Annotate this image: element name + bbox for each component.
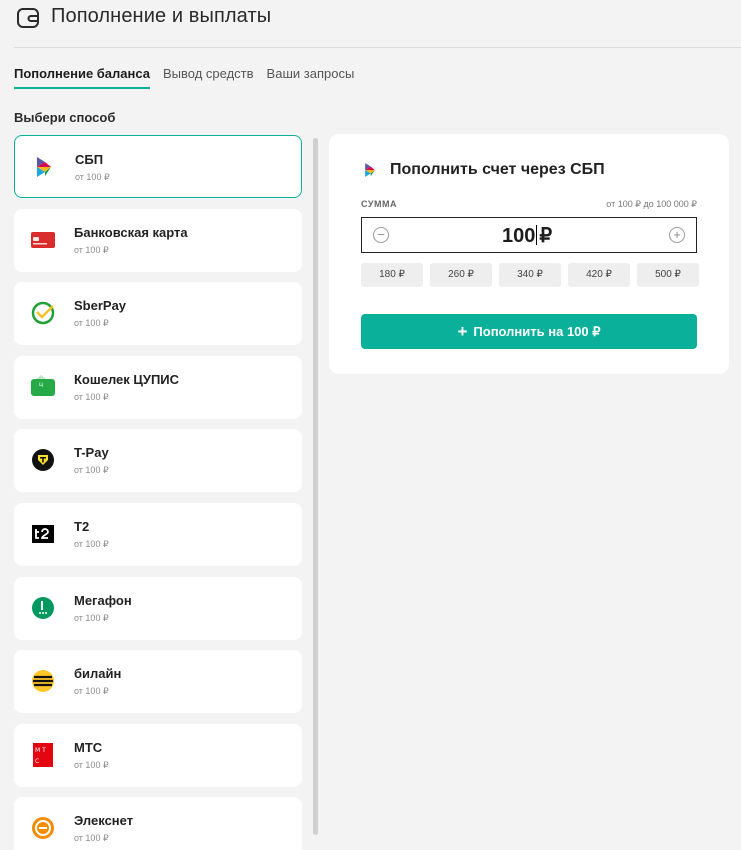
sberpay-icon: [31, 301, 55, 325]
choose-method-label: Выбери способ: [14, 110, 116, 125]
methods-scrollbar[interactable]: [313, 138, 318, 835]
page-title: Пополнение и выплаты: [51, 5, 272, 27]
method-min: от 100 ₽: [74, 538, 109, 549]
mts-icon: М Т С: [33, 742, 53, 767]
method-sberpay[interactable]: SberPay от 100 ₽: [14, 282, 302, 346]
svg-text:М Т: М Т: [35, 747, 46, 754]
method-name: T-Pay: [74, 445, 109, 461]
method-name: Элекснет: [74, 813, 134, 829]
method-name: Банковская карта: [74, 224, 188, 240]
method-name: SberPay: [74, 298, 127, 314]
method-t2[interactable]: T2 от 100 ₽: [14, 502, 302, 566]
eleksnet-icon: [32, 817, 54, 840]
method-min: от 100 ₽: [74, 833, 109, 844]
method-name: СБП: [75, 152, 104, 167]
plus-icon: +: [457, 322, 468, 341]
topup-button-label: Пополнить на 100 ₽: [473, 324, 601, 339]
method-name: Кошелек ЦУПИС: [74, 371, 180, 387]
method-sbp[interactable]: СБП от 100 ₽: [14, 135, 302, 198]
bank-card-icon: [31, 231, 55, 248]
method-cupis[interactable]: ц Кошелек ЦУПИС от 100 ₽: [14, 355, 302, 419]
amount-input[interactable]: − 100 ₽ +: [361, 217, 697, 253]
tpay-icon: [32, 449, 54, 472]
preset-button[interactable]: 180 ₽: [361, 263, 423, 287]
page-header: Пополнение и выплаты: [0, 0, 741, 48]
sum-range: от 100 ₽ до 100 000 ₽: [606, 199, 697, 209]
topup-panel: Пополнить счет через СБП СУММА от 100 ₽ …: [329, 134, 729, 374]
cupis-wallet-icon: ц: [31, 374, 55, 396]
amount-value[interactable]: 100 ₽: [502, 223, 552, 248]
svg-text:ц: ц: [39, 381, 43, 388]
amount-currency: ₽: [539, 225, 553, 247]
payment-methods-list: СБП от 100 ₽ Банковская карта от 100 ₽ S…: [14, 135, 302, 850]
method-min: от 100 ₽: [74, 465, 109, 476]
method-min: от 100 ₽: [74, 759, 109, 770]
method-name: билайн: [74, 666, 122, 682]
method-name: Мегафон: [74, 592, 132, 608]
panel-title: Пополнить счет через СБП: [390, 161, 605, 178]
t2-icon: [32, 524, 54, 543]
preset-button[interactable]: 500 ₽: [637, 263, 699, 287]
preset-button[interactable]: 340 ₽: [499, 263, 561, 287]
sbp-icon: [37, 157, 51, 177]
method-bank-card[interactable]: Банковская карта от 100 ₽: [14, 208, 302, 272]
preset-button[interactable]: 420 ₽: [568, 263, 630, 287]
method-min: от 100 ₽: [74, 318, 109, 329]
tab-topup[interactable]: Пополнение баланса: [14, 66, 150, 89]
method-min: от 100 ₽: [74, 391, 109, 402]
text-caret: [536, 225, 538, 245]
increase-button[interactable]: +: [669, 227, 685, 243]
tab-requests[interactable]: Ваши запросы: [267, 66, 355, 89]
amount-presets: 180 ₽ 260 ₽ 340 ₽ 420 ₽ 500 ₽: [361, 263, 699, 287]
method-name: T2: [74, 518, 90, 534]
tab-withdraw[interactable]: Вывод средств: [163, 66, 254, 89]
method-min: от 100 ₽: [74, 612, 109, 623]
sbp-icon: [365, 163, 375, 177]
method-tpay[interactable]: T-Pay от 100 ₽: [14, 429, 302, 493]
megafon-icon: [32, 596, 54, 619]
method-min: от 100 ₽: [75, 172, 110, 182]
method-beeline[interactable]: билайн от 100 ₽: [14, 650, 302, 714]
wallet-icon: [17, 8, 39, 28]
method-megafon[interactable]: Мегафон от 100 ₽: [14, 576, 302, 640]
tabs: Пополнение баланса Вывод средств Ваши за…: [14, 66, 367, 89]
method-mts[interactable]: М Т С МТС от 100 ₽: [14, 723, 302, 787]
topup-button[interactable]: + Пополнить на 100 ₽: [361, 314, 697, 349]
method-eleksnet[interactable]: Элекснет от 100 ₽: [14, 797, 302, 850]
preset-button[interactable]: 260 ₽: [430, 263, 492, 287]
method-min: от 100 ₽: [74, 686, 109, 697]
method-name: МТС: [74, 739, 103, 755]
svg-text:С: С: [35, 758, 39, 765]
header-divider: [14, 47, 741, 48]
sum-label: СУММА: [361, 199, 397, 209]
amount-number: 100: [502, 225, 536, 247]
decrease-button[interactable]: −: [373, 227, 389, 243]
method-min: от 100 ₽: [74, 244, 109, 255]
beeline-icon: [32, 670, 54, 693]
